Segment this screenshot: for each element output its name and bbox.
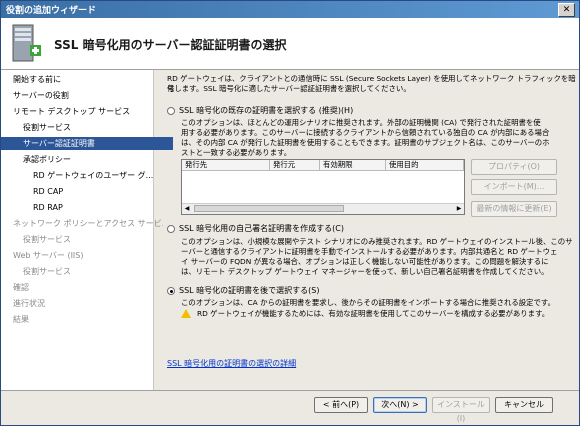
- self-signed-desc3: イ サーバーの FQDN が異なる場合、オプションは正しく機能しない可能性があり…: [181, 257, 549, 266]
- column-expiration[interactable]: 有効期限: [320, 160, 386, 170]
- close-button[interactable]: ✕: [558, 3, 575, 17]
- intro-text-line2: 化します。SSL 暗号化に適したサーバー認証証明書を選択してください。: [167, 84, 411, 93]
- choose-later-radio[interactable]: [167, 287, 175, 295]
- sidebar-item-web-server: Web サーバー (IIS): [13, 251, 84, 260]
- existing-cert-desc4: ストと一致する必要があります。: [181, 148, 292, 157]
- wizard-header: SSL 暗号化用のサーバー認証証明書の選択: [1, 18, 579, 70]
- sidebar-item-nps-role-services: 役割サービス: [23, 235, 71, 244]
- warning-icon: [181, 309, 191, 318]
- next-button[interactable]: 次へ(N) >: [373, 397, 427, 413]
- certificate-list-header: 発行先 発行元 有効期限 使用目的: [182, 160, 464, 171]
- existing-cert-desc1: このオプションは、ほとんどの運用シナリオに推奨されます。外部の証明機関 (CA)…: [181, 118, 541, 127]
- sidebar-item-rd-gateway-user-groups[interactable]: RD ゲートウェイのユーザー グ...: [1, 169, 183, 182]
- sidebar-item-before-you-begin[interactable]: 開始する前に: [1, 73, 163, 86]
- cancel-button[interactable]: キャンセル: [495, 397, 553, 413]
- column-intended-purpose[interactable]: 使用目的: [386, 160, 464, 170]
- sidebar-item-role-services[interactable]: 役割サービス: [1, 121, 173, 134]
- wizard-window: 役割の追加ウィザード ✕ SSL 暗号化用のサーバー認証証明書の選択 開始する前…: [0, 0, 580, 426]
- existing-cert-label[interactable]: SSL 暗号化の既存の証明書を選択する (推奨)(H): [179, 105, 353, 116]
- choose-later-warning: RD ゲートウェイが機能するためには、有効な証明書を使用してこのサーバーを構成す…: [197, 309, 550, 318]
- wizard-nav: 開始する前に サーバーの役割 リモート デスクトップ サービス 役割サービス サ…: [1, 70, 173, 390]
- sidebar-item-server-auth-cert[interactable]: サーバー認証証明書: [1, 137, 173, 150]
- self-signed-desc2: ーバーと通信するクライアントに証明書を手動でインストールする必要があります。内部…: [181, 247, 558, 256]
- self-signed-label[interactable]: SSL 暗号化用の自己署名証明書を作成する(C): [179, 223, 344, 234]
- sidebar-item-nps: ネットワーク ポリシーとアクセス サービ...: [13, 219, 163, 228]
- certificate-list[interactable]: 発行先 発行元 有効期限 使用目的 ◀ ▶: [181, 159, 465, 215]
- sidebar-item-rd-rap[interactable]: RD RAP: [1, 201, 183, 214]
- sidebar-item-remote-desktop-services[interactable]: リモート デスクトップ サービス: [1, 105, 163, 118]
- choose-later-label[interactable]: SSL 暗号化の証明書を後で選択する(S): [179, 285, 319, 296]
- self-signed-desc1: このオプションは、小規模な展開やテスト シナリオにのみ推奨されます。RD ゲート…: [181, 237, 573, 246]
- server-add-icon: [12, 24, 41, 62]
- column-issued-by[interactable]: 発行元: [270, 160, 320, 170]
- sidebar-item-authorization-policies[interactable]: 承認ポリシー: [1, 153, 173, 166]
- import-button[interactable]: インポート(M)...: [471, 179, 557, 195]
- scroll-thumb[interactable]: [194, 205, 344, 212]
- install-button[interactable]: インストール(I): [432, 397, 490, 423]
- sidebar-item-progress: 進行状況: [13, 299, 45, 308]
- horizontal-scrollbar[interactable]: ◀ ▶: [182, 203, 464, 214]
- back-button[interactable]: < 前へ(P): [314, 397, 368, 413]
- window-title: 役割の追加ウィザード: [6, 6, 97, 16]
- scroll-right-icon[interactable]: ▶: [454, 204, 464, 213]
- sidebar-item-confirmation: 確認: [13, 283, 29, 292]
- help-link[interactable]: SSL 暗号化用の証明書の選択の詳細: [167, 358, 296, 369]
- existing-cert-desc2: 用する必要があります。このサーバーに接続するクライアントから信頼されている独自の…: [181, 128, 550, 137]
- self-signed-radio[interactable]: [167, 225, 175, 233]
- scroll-left-icon[interactable]: ◀: [182, 204, 192, 213]
- sidebar-item-results: 結果: [13, 315, 29, 324]
- sidebar-item-iis-role-services: 役割サービス: [23, 267, 71, 276]
- refresh-button[interactable]: 最新の情報に更新(E): [471, 201, 557, 217]
- sidebar-item-server-roles[interactable]: サーバーの役割: [1, 89, 163, 102]
- title-bar[interactable]: 役割の追加ウィザード ✕: [1, 1, 579, 18]
- sidebar-item-rd-cap[interactable]: RD CAP: [1, 185, 183, 198]
- page-title: SSL 暗号化用のサーバー認証証明書の選択: [54, 38, 287, 52]
- footer-divider: [1, 390, 579, 391]
- self-signed-desc4: は、リモート デスクトップ ゲートウェイ マネージャーを使って、新しい自己署名証…: [181, 267, 549, 276]
- existing-cert-radio[interactable]: [167, 107, 175, 115]
- properties-button[interactable]: プロパティ(O): [471, 159, 557, 175]
- column-issued-to[interactable]: 発行先: [182, 160, 270, 170]
- choose-later-desc1: このオプションは、CA からの証明書を要求し、後からその証明書をインポートする場…: [181, 298, 555, 307]
- existing-cert-desc3: は、その内部 CA が発行した証明書を使用することもできます。証明書のサブジェク…: [181, 138, 550, 147]
